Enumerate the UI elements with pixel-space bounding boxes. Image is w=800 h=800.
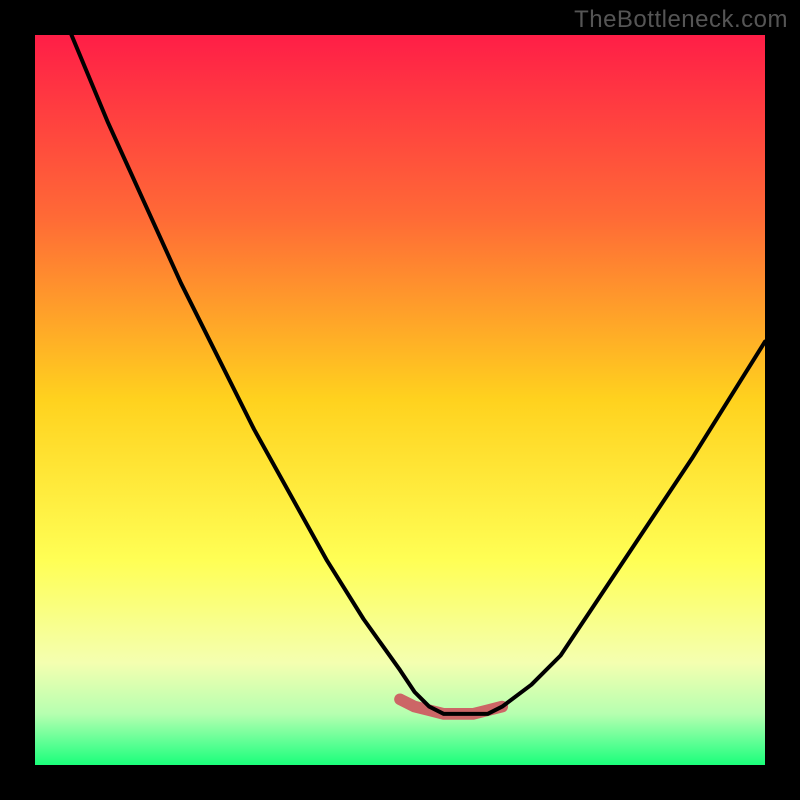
chart-frame: TheBottleneck.com — [0, 0, 800, 800]
curve-layer — [35, 35, 765, 765]
bottleneck-curve-path — [72, 35, 766, 714]
bottom-band-path — [400, 699, 502, 714]
watermark-text: TheBottleneck.com — [574, 6, 788, 34]
plot-area — [35, 35, 765, 765]
